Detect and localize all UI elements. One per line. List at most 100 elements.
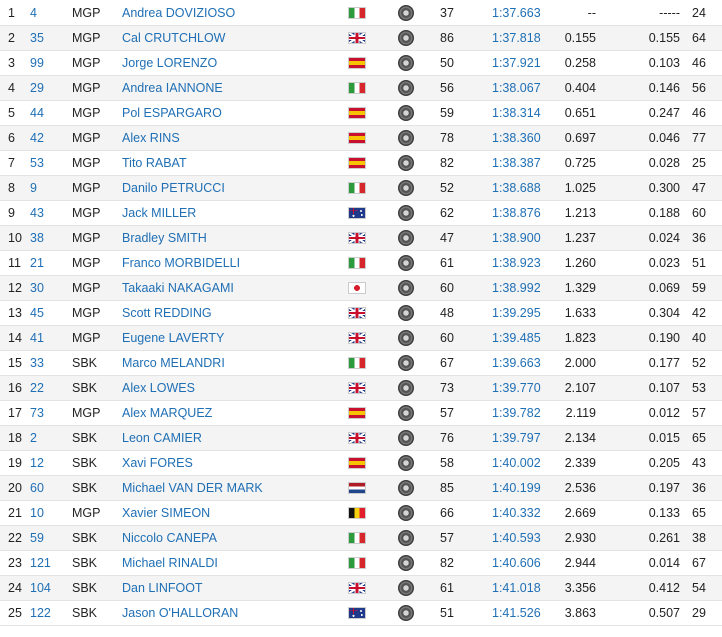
rider-number-link[interactable]: 35 [30, 26, 44, 50]
lap-time-link[interactable]: 1:39.485 [492, 326, 541, 350]
lap-time-link[interactable]: 1:38.360 [492, 126, 541, 150]
class-label: MGP [72, 331, 101, 345]
rider-name-link[interactable]: Michael VAN DER MARK [122, 476, 263, 500]
position: 5 [8, 106, 15, 120]
rider-number-link[interactable]: 45 [30, 301, 44, 325]
table-row: 22 59 SBK Niccolo CANEPA 57 1:40.593 2.9… [0, 526, 722, 551]
lap-time-link[interactable]: 1:37.921 [492, 51, 541, 75]
lap-time-link[interactable]: 1:39.782 [492, 401, 541, 425]
position: 16 [8, 381, 22, 395]
position: 3 [8, 56, 15, 70]
lap-time-link[interactable]: 1:39.797 [492, 426, 541, 450]
rider-number-link[interactable]: 38 [30, 226, 44, 250]
rider-name-link[interactable]: Michael RINALDI [122, 551, 218, 575]
tyre-icon [398, 601, 414, 625]
lap-time-link[interactable]: 1:37.818 [492, 26, 541, 50]
rider-name-link[interactable]: Tito RABAT [122, 151, 187, 175]
rider-name-link[interactable]: Xavi FORES [122, 451, 193, 475]
rider-name-link[interactable]: Jorge LORENZO [122, 51, 217, 75]
laps-count: 37 [440, 5, 454, 20]
nation-flag-icon [348, 26, 366, 50]
class-label: MGP [72, 81, 101, 95]
rider-name-link[interactable]: Xavier SIMEON [122, 501, 210, 525]
rider-name-link[interactable]: Andrea DOVIZIOSO [122, 0, 235, 25]
lap-time-link[interactable]: 1:38.900 [492, 226, 541, 250]
rider-name-link[interactable]: Dan LINFOOT [122, 576, 203, 600]
rider-number-link[interactable]: 30 [30, 276, 44, 300]
rider-name-link[interactable]: Marco MELANDRI [122, 351, 225, 375]
rider-name-link[interactable]: Eugene LAVERTY [122, 326, 224, 350]
rider-name-link[interactable]: Pol ESPARGARO [122, 101, 222, 125]
rider-number-link[interactable]: 21 [30, 251, 44, 275]
gap-first: 1.633 [564, 306, 596, 320]
rider-name-link[interactable]: Danilo PETRUCCI [122, 176, 225, 200]
gap-previous: 0.046 [648, 131, 680, 145]
rider-name-link[interactable]: Cal CRUTCHLOW [122, 26, 225, 50]
rider-number-link[interactable]: 99 [30, 51, 44, 75]
rider-number-link[interactable]: 42 [30, 126, 44, 150]
lap-time-link[interactable]: 1:38.688 [492, 176, 541, 200]
lap-time-link[interactable]: 1:39.295 [492, 301, 541, 325]
rider-name-link[interactable]: Franco MORBIDELLI [122, 251, 240, 275]
rider-number-link[interactable]: 43 [30, 201, 44, 225]
rider-name-link[interactable]: Jason O'HALLORAN [122, 601, 238, 625]
gap-first: 2.119 [565, 406, 596, 420]
gap-first: 3.356 [564, 581, 596, 595]
rider-name-link[interactable]: Alex LOWES [122, 376, 195, 400]
lap-time-link[interactable]: 1:39.770 [492, 376, 541, 400]
class-label: SBK [72, 431, 98, 445]
lap-time-link[interactable]: 1:39.663 [492, 351, 541, 375]
lap-time-link[interactable]: 1:40.593 [492, 526, 541, 550]
rider-name-link[interactable]: Scott REDDING [122, 301, 212, 325]
gap-previous: 0.015 [648, 431, 680, 445]
rider-name-link[interactable]: Leon CAMIER [122, 426, 202, 450]
rider-number-link[interactable]: 122 [30, 601, 51, 625]
rider-number-link[interactable]: 22 [30, 376, 44, 400]
tyre-icon [398, 376, 414, 400]
position: 19 [8, 456, 22, 470]
lap-time-link[interactable]: 1:41.018 [492, 576, 541, 600]
rider-name-link[interactable]: Niccolo CANEPA [122, 526, 217, 550]
rider-name-link[interactable]: Alex RINS [122, 126, 180, 150]
lap-time-link[interactable]: 1:40.332 [492, 501, 541, 525]
lap-time-link[interactable]: 1:38.992 [492, 276, 541, 300]
table-row: 10 38 MGP Bradley SMITH 47 1:38.900 1.23… [0, 226, 722, 251]
rider-number-link[interactable]: 73 [30, 401, 44, 425]
rider-number-link[interactable]: 12 [30, 451, 44, 475]
lap-time-link[interactable]: 1:41.526 [492, 601, 541, 625]
lap-time-link[interactable]: 1:38.387 [492, 151, 541, 175]
rider-number-link[interactable]: 29 [30, 76, 44, 100]
best-lap-number: 51 [692, 256, 706, 270]
rider-number-link[interactable]: 9 [30, 176, 37, 200]
rider-number-link[interactable]: 33 [30, 351, 44, 375]
lap-time-link[interactable]: 1:40.002 [492, 451, 541, 475]
position: 15 [8, 356, 22, 370]
rider-number-link[interactable]: 59 [30, 526, 44, 550]
lap-time-link[interactable]: 1:40.606 [492, 551, 541, 575]
rider-name-link[interactable]: Takaaki NAKAGAMI [122, 276, 234, 300]
lap-time-link[interactable]: 1:38.067 [492, 76, 541, 100]
rider-name-link[interactable]: Alex MARQUEZ [122, 401, 212, 425]
table-row: 9 43 MGP Jack MILLER 62 1:38.876 1.213 0… [0, 201, 722, 226]
rider-number-link[interactable]: 53 [30, 151, 44, 175]
lap-time-link[interactable]: 1:38.876 [492, 201, 541, 225]
laps-count: 66 [440, 506, 454, 520]
rider-number-link[interactable]: 104 [30, 576, 51, 600]
rider-number-link[interactable]: 10 [30, 501, 44, 525]
rider-number-link[interactable]: 121 [30, 551, 51, 575]
lap-time-link[interactable]: 1:40.199 [492, 476, 541, 500]
rider-name-link[interactable]: Jack MILLER [122, 201, 196, 225]
nation-flag-icon [348, 326, 366, 350]
rider-number-link[interactable]: 4 [30, 0, 37, 25]
lap-time-link[interactable]: 1:38.923 [492, 251, 541, 275]
rider-number-link[interactable]: 44 [30, 101, 44, 125]
lap-time-link[interactable]: 1:37.663 [492, 0, 541, 25]
class-label: MGP [72, 156, 101, 170]
rider-number-link[interactable]: 2 [30, 426, 37, 450]
rider-number-link[interactable]: 60 [30, 476, 44, 500]
rider-number-link[interactable]: 41 [30, 326, 44, 350]
gap-previous: 0.304 [648, 306, 680, 320]
rider-name-link[interactable]: Andrea IANNONE [122, 76, 223, 100]
lap-time-link[interactable]: 1:38.314 [492, 101, 541, 125]
rider-name-link[interactable]: Bradley SMITH [122, 226, 207, 250]
